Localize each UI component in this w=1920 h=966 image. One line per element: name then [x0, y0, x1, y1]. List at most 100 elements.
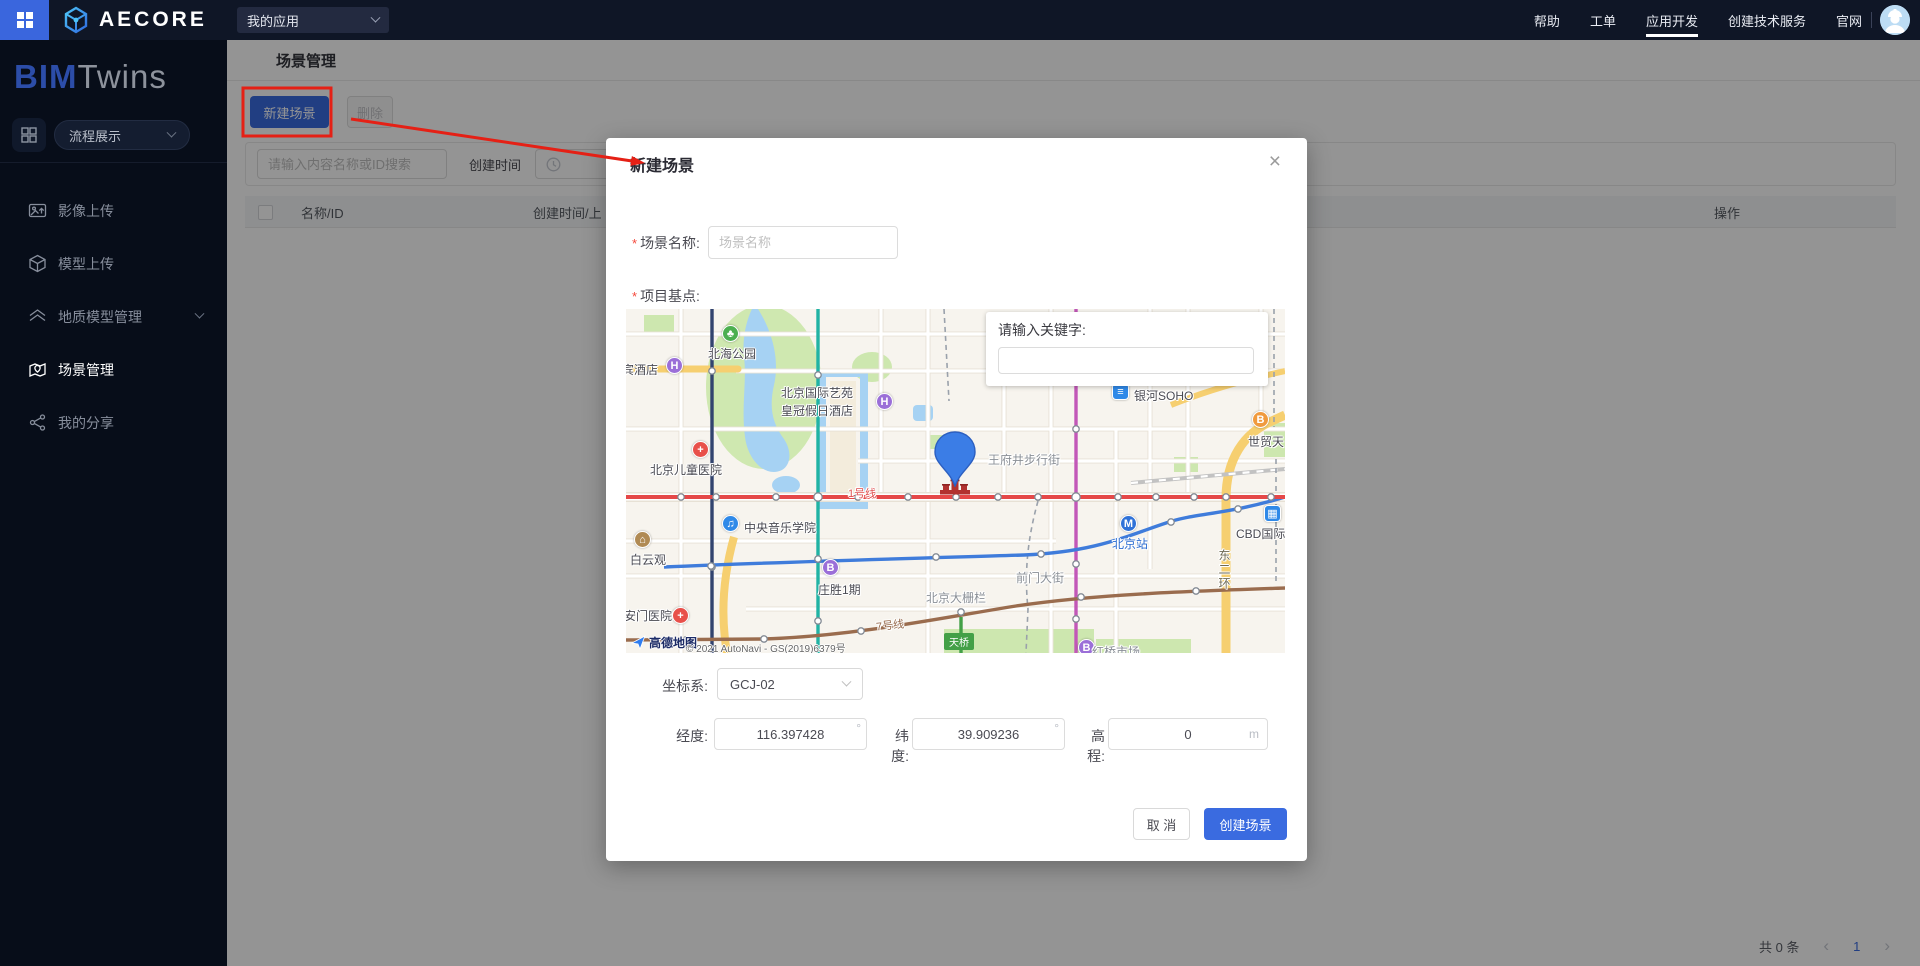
elevation-input[interactable]	[1108, 718, 1268, 750]
map-label: 宾酒店	[626, 361, 658, 378]
cancel-button[interactable]: 取 消	[1133, 808, 1190, 840]
grid-outline-icon	[21, 127, 37, 143]
nav-tech-service[interactable]: 创建技术服务	[1728, 0, 1806, 40]
app-select-value: 我的应用	[247, 11, 372, 30]
scene-map-pin-icon	[28, 360, 47, 379]
map-pin-marker[interactable]	[933, 431, 977, 487]
top-nav: 帮助 工单 应用开发 创建技术服务 官网	[1534, 0, 1862, 40]
sidebar-item-label: 模型上传	[58, 254, 114, 274]
chevron-down-icon	[371, 12, 381, 22]
sidebar-item-label: 场景管理	[58, 360, 114, 380]
amap-icon	[631, 635, 646, 650]
degree-suffix: °	[856, 721, 861, 735]
sidebar-item-image-upload[interactable]: 影像上传	[0, 184, 227, 237]
mode-select-value: 流程展示	[69, 126, 168, 145]
keyword-input[interactable]	[998, 347, 1254, 374]
nav-official-site[interactable]: 官网	[1836, 0, 1862, 40]
map-label: 红桥市场	[1092, 643, 1140, 653]
app-root: AECORE 我的应用 帮助 工单 应用开发 创建技术服务 官网 BIMT	[0, 0, 1920, 966]
close-icon[interactable]: ×	[1261, 146, 1289, 178]
scene-name-label: 场景名称:	[640, 233, 700, 253]
metro-line1-label: 1号线	[848, 485, 876, 501]
latitude-input[interactable]	[912, 718, 1065, 750]
map-keyword-panel: 请输入关键字:	[986, 312, 1268, 386]
model-upload-icon	[28, 254, 47, 273]
logo-bim: BIM	[14, 58, 78, 95]
map-label: 安门医院	[626, 607, 672, 624]
map-label: 东二环	[1216, 549, 1233, 591]
map-label: 北京大栅栏	[926, 589, 986, 606]
map-label: 中央音乐学院	[744, 519, 816, 536]
longitude-input[interactable]	[714, 718, 867, 750]
brand: AECORE	[62, 0, 207, 40]
mode-row: 流程展示	[12, 118, 190, 152]
sidebar-item-model-upload[interactable]: 模型上传	[0, 237, 227, 290]
longitude-label: 经度:	[664, 726, 708, 746]
logo-twins: Twins	[78, 58, 167, 95]
shopping-icon: B	[1252, 411, 1269, 428]
nav-divider	[1871, 12, 1872, 28]
user-avatar[interactable]	[1880, 5, 1910, 35]
sidebar: BIMTwins 流程展示	[0, 40, 227, 966]
map-label: 北京儿童医院	[650, 461, 722, 478]
map-attribution: © 2021 AutoNavi - GS(2019)6379号	[686, 640, 846, 653]
map-label: 皇冠假日酒店	[781, 402, 853, 419]
building-icon: ▦	[1264, 505, 1281, 522]
sidebar-menu: 影像上传 模型上传 地质模型管理 场景管理	[0, 170, 227, 449]
hospital-icon: +	[672, 607, 689, 624]
scene-name-input[interactable]	[708, 226, 898, 259]
meter-unit-suffix: m	[1249, 727, 1259, 741]
music-school-icon: ♫	[722, 515, 739, 532]
bimtwins-logo: BIMTwins	[14, 58, 167, 96]
map-label: 北京国际艺苑	[781, 384, 853, 401]
hotel-icon: H	[876, 393, 893, 410]
degree-suffix: °	[1054, 721, 1059, 735]
map-canvas[interactable]: H ♣ H ≡ B + ♫ ⌂ B M ▦ + B 宾酒店 北海公园 北京国际艺…	[626, 309, 1285, 653]
latitude-label: 纬度:	[879, 726, 909, 766]
nav-app-dev[interactable]: 应用开发	[1646, 0, 1698, 40]
temple-icon: ⌂	[634, 531, 651, 548]
park-icon: ♣	[722, 325, 739, 342]
map-label: 庄胜1期	[818, 581, 861, 598]
chevron-down-icon	[842, 676, 852, 686]
sidebar-item-geology-model[interactable]: 地质模型管理	[0, 290, 227, 343]
map-label: 北海公园	[708, 345, 756, 362]
hotel-icon: H	[666, 357, 683, 374]
modal-title: 新建场景	[630, 152, 694, 176]
required-mark: *	[632, 289, 637, 304]
sidebar-divider	[0, 162, 227, 163]
map-label: 王府井步行街	[988, 451, 1060, 468]
mode-select-dropdown[interactable]: 流程展示	[54, 120, 190, 150]
geology-layers-icon	[28, 307, 47, 326]
coord-system-select[interactable]: GCJ-02	[717, 668, 863, 700]
nav-workorder[interactable]: 工单	[1590, 0, 1616, 40]
sidebar-item-scene-management[interactable]: 场景管理	[0, 343, 227, 396]
chevron-down-icon	[195, 309, 205, 319]
map-label: CBD国际	[1236, 525, 1285, 542]
required-mark: *	[632, 236, 637, 251]
map-label: 前门大街	[1016, 569, 1064, 586]
base-point-label: 项目基点:	[640, 286, 700, 306]
sidebar-item-label: 我的分享	[58, 413, 114, 433]
app-launcher-button[interactable]	[0, 0, 49, 40]
grid-icon	[17, 12, 33, 28]
sidebar-item-my-shares[interactable]: 我的分享	[0, 396, 227, 449]
layout-grid-button[interactable]	[12, 118, 46, 152]
hospital-icon: +	[692, 441, 709, 458]
train-station-icon: M	[1120, 515, 1137, 532]
app-select-dropdown[interactable]: 我的应用	[237, 7, 389, 33]
map-label: 北京站	[1112, 535, 1148, 552]
sidebar-item-label: 地质模型管理	[58, 307, 142, 327]
map-label: 白云观	[630, 551, 666, 568]
helmet-user-icon	[1880, 5, 1910, 35]
nav-help[interactable]: 帮助	[1534, 0, 1560, 40]
elevation-label: 高程:	[1075, 726, 1105, 766]
map-label: 世贸天	[1248, 433, 1284, 450]
keyword-label: 请输入关键字:	[998, 320, 1256, 340]
create-scene-button[interactable]: 创建场景	[1204, 808, 1287, 840]
new-scene-modal: 新建场景 × * 场景名称: * 项目基点:	[606, 138, 1307, 861]
tianqiao-station-badge: 天桥	[944, 633, 974, 650]
top-bar: AECORE 我的应用 帮助 工单 应用开发 创建技术服务 官网	[0, 0, 1920, 40]
sidebar-item-label: 影像上传	[58, 201, 114, 221]
map-label: 银河SOHO	[1134, 387, 1193, 404]
